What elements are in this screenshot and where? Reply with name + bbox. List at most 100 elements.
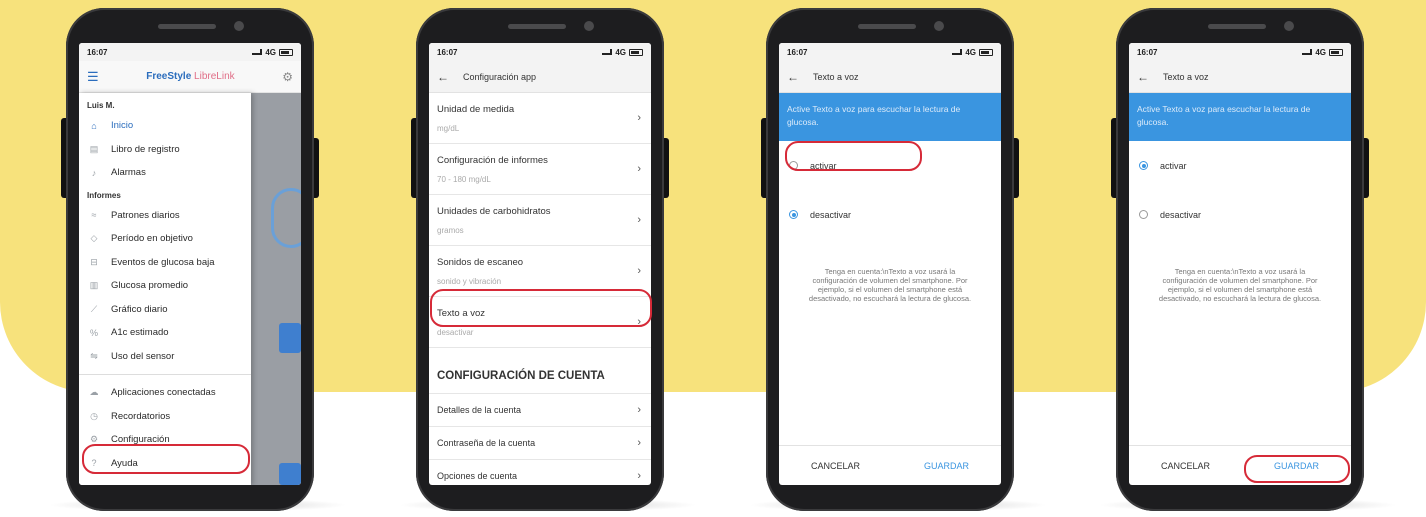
screen-tts-off: 16:07 4G ← Texto a voz Active Texto a vo… (779, 43, 1001, 485)
cloud-icon: ☁ (89, 387, 99, 398)
chevron-right-icon: › (637, 214, 641, 226)
screen-app-settings: 16:07 4G ← Configuración app Unidad de m… (429, 43, 651, 485)
radio-button-icon (1139, 210, 1148, 219)
status-bar: 16:07 4G (429, 43, 651, 61)
drawer-item-a1c-estimado[interactable]: % A1c estimado (79, 321, 251, 345)
drawer-item-aplicaciones-conectadas[interactable]: ☁ Aplicaciones conectadas (79, 381, 251, 405)
front-camera (1284, 21, 1294, 31)
battery-icon (629, 48, 643, 56)
settings-icon[interactable]: ⚙ (282, 70, 293, 84)
network-label: 4G (615, 47, 626, 57)
account-details-row[interactable]: Detalles de la cuenta › (429, 394, 651, 427)
drawer-item-periodo-en-objetivo[interactable]: ◇ Período en objetivo (79, 227, 251, 251)
status-time: 16:07 (87, 47, 108, 57)
front-camera (934, 21, 944, 31)
patterns-icon: ≈ (91, 210, 97, 221)
user-name: Luis M. (87, 101, 115, 110)
page-title: Configuración app (463, 71, 537, 82)
drawer-section-informes: Informes (87, 190, 121, 200)
account-password-row[interactable]: Contraseña de la cuenta › (429, 427, 651, 460)
screen-menu: 16:07 4G ☰ FreeStyle LibreLink ⚙ Luis M. (79, 43, 301, 485)
setting-unidades-de-carbohidratos[interactable]: Unidades de carbohidratos gramos › (429, 195, 651, 246)
drawer-item-grafico-diario[interactable]: ⟋ Gráfico diario (79, 298, 251, 322)
cancel-button[interactable]: CANCELAR (1161, 461, 1210, 471)
percent-icon: % (89, 327, 98, 338)
signal-icon (1302, 49, 1313, 55)
bar-chart-icon: ▥ (89, 280, 99, 291)
radio-desactivar[interactable]: desactivar (779, 190, 1001, 239)
front-camera (584, 21, 594, 31)
page-title: Texto a voz (1163, 71, 1209, 82)
target-icon: ◇ (90, 233, 98, 244)
setting-configuracion-de-informes[interactable]: Configuración de informes 70 - 180 mg/dL… (429, 144, 651, 195)
chevron-right-icon: › (637, 437, 641, 449)
sensor-icon: ⇋ (90, 350, 98, 361)
radio-desactivar[interactable]: desactivar (1129, 190, 1351, 239)
earpiece (858, 24, 916, 29)
back-arrow-icon[interactable]: ← (437, 70, 463, 84)
home-icon: ⌂ (91, 120, 97, 131)
bell-icon: ♪ (91, 167, 97, 178)
chevron-right-icon: › (637, 112, 641, 124)
drawer-item-libro-de-registro[interactable]: ▤ Libro de registro (79, 138, 251, 162)
status-bar: 16:07 4G (79, 43, 301, 61)
signal-icon (602, 49, 613, 55)
drawer-item-patrones-diarios[interactable]: ≈ Patrones diarios (79, 204, 251, 228)
drawer-item-inicio[interactable]: ⌂ Inicio (79, 114, 251, 138)
chevron-right-icon: › (637, 404, 641, 416)
status-bar: 16:07 4G (779, 43, 1001, 61)
cancel-button[interactable]: CANCELAR (811, 461, 860, 471)
line-chart-icon: ⟋ (90, 303, 98, 314)
highlight-guardar (1244, 455, 1350, 483)
low-glucose-icon: ⊟ (90, 256, 98, 267)
drawer-divider (79, 374, 251, 375)
logbook-icon: ▤ (89, 143, 99, 154)
radio-button-checked-icon (1139, 161, 1148, 170)
earpiece (1208, 24, 1266, 29)
chevron-right-icon: › (637, 265, 641, 277)
info-banner: Active Texto a voz para escuchar la lect… (779, 93, 1001, 141)
info-banner: Active Texto a voz para escuchar la lect… (1129, 93, 1351, 141)
status-bar: 16:07 4G (1129, 43, 1351, 61)
dimmed-background (251, 93, 301, 485)
network-label: 4G (965, 47, 976, 57)
phone-tts-on: 16:07 4G ← Texto a voz Active Texto a vo… (1111, 8, 1369, 511)
brand-logo: FreeStyle LibreLink (146, 71, 235, 82)
radio-activar[interactable]: activar (1129, 141, 1351, 190)
drawer-item-eventos-glucosa-baja[interactable]: ⊟ Eventos de glucosa baja (79, 251, 251, 275)
network-label: 4G (1315, 47, 1326, 57)
battery-icon (979, 48, 993, 56)
earpiece (508, 24, 566, 29)
phone-menu: 16:07 4G ☰ FreeStyle LibreLink ⚙ Luis M. (61, 8, 319, 511)
status-time: 16:07 (787, 47, 808, 57)
menu-icon[interactable]: ☰ (87, 69, 99, 85)
network-label: 4G (265, 47, 276, 57)
radio-button-checked-icon (789, 210, 798, 219)
screen-tts-on: 16:07 4G ← Texto a voz Active Texto a vo… (1129, 43, 1351, 485)
highlight-activar (785, 141, 922, 171)
drawer-item-glucosa-promedio[interactable]: ▥ Glucosa promedio (79, 274, 251, 298)
battery-icon (1329, 48, 1343, 56)
back-arrow-icon[interactable]: ← (787, 70, 813, 84)
app-header: ☰ FreeStyle LibreLink ⚙ (79, 61, 301, 93)
signal-icon (952, 49, 963, 55)
status-time: 16:07 (1137, 47, 1158, 57)
drawer-item-alarmas[interactable]: ♪ Alarmas (79, 161, 251, 185)
setting-unidad-de-medida[interactable]: Unidad de medida mg/dL › (429, 93, 651, 144)
account-options-row[interactable]: Opciones de cuenta › (429, 460, 651, 485)
drawer-item-recordatorios[interactable]: ◷ Recordatorios (79, 405, 251, 429)
chevron-right-icon: › (637, 470, 641, 482)
earpiece (158, 24, 216, 29)
highlight-texto-a-voz (430, 289, 652, 327)
drawer-item-uso-del-sensor[interactable]: ⇋ Uso del sensor (79, 345, 251, 369)
navigation-drawer: Luis M. ⌂ Inicio ▤ Libro de registro ♪ A… (79, 93, 251, 485)
back-arrow-icon[interactable]: ← (1137, 70, 1163, 84)
phone-app-settings: 16:07 4G ← Configuración app Unidad de m… (411, 8, 669, 511)
status-time: 16:07 (437, 47, 458, 57)
app-header: ← Texto a voz (1129, 61, 1351, 93)
signal-icon (252, 49, 263, 55)
volume-note: Tenga en cuenta:\nTexto a voz usará la c… (808, 267, 972, 303)
save-button[interactable]: GUARDAR (924, 461, 969, 471)
clock-icon: ◷ (90, 410, 98, 421)
phone-tts-off: 16:07 4G ← Texto a voz Active Texto a vo… (761, 8, 1019, 511)
